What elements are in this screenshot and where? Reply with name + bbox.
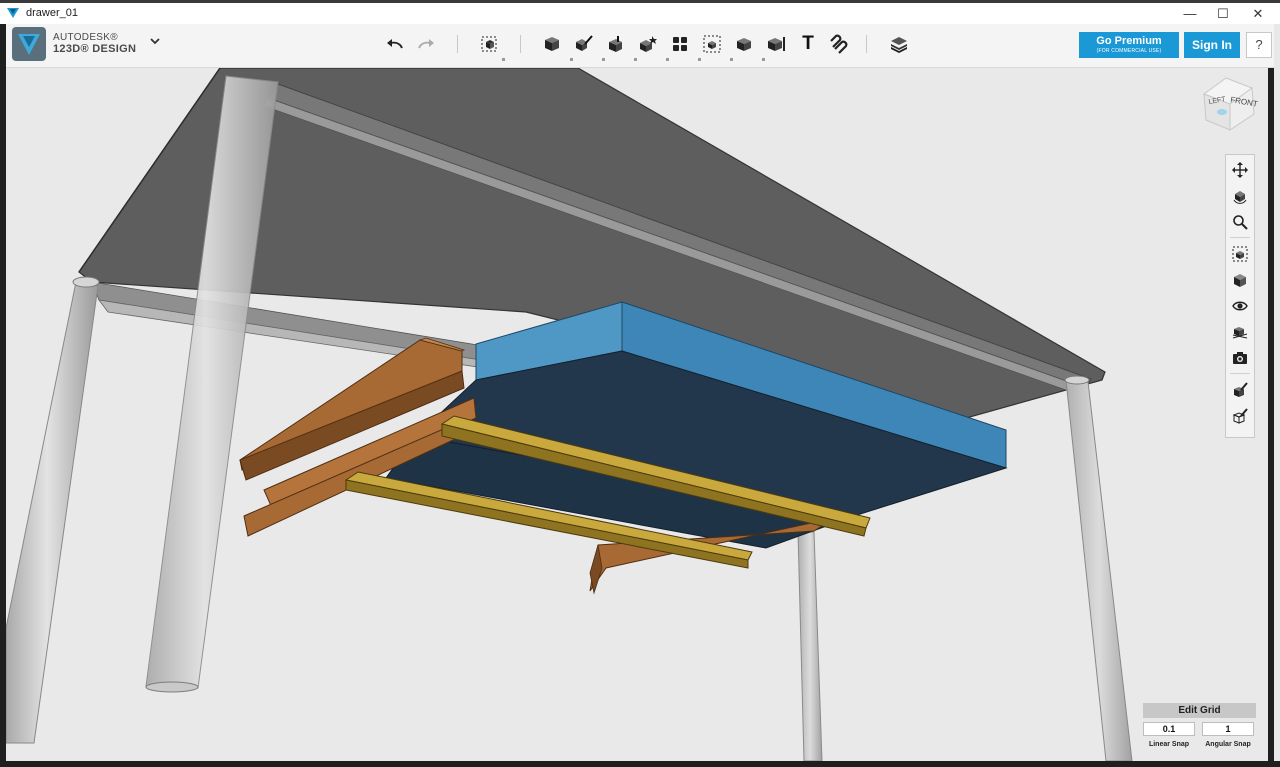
toolbar-separator xyxy=(520,35,521,53)
text-button[interactable]: T xyxy=(796,32,820,56)
combine-button[interactable] xyxy=(732,32,756,56)
3d-viewport[interactable]: LEFT FRONT Edit Grid 0.1 1 Linear Snap A… xyxy=(6,68,1268,761)
angular-snap-input[interactable]: 1 xyxy=(1202,722,1254,736)
transform-button[interactable] xyxy=(477,32,501,56)
grid-visibility-button[interactable] xyxy=(1229,321,1251,343)
nav-separator xyxy=(1230,373,1250,374)
dropdown-dot xyxy=(730,58,733,61)
chevron-down-icon[interactable] xyxy=(148,34,162,48)
visibility-button[interactable] xyxy=(1229,295,1251,317)
magnet-icon xyxy=(830,34,848,54)
close-button[interactable]: ✕ xyxy=(1243,4,1273,24)
pan-arrows-icon xyxy=(1232,162,1248,178)
nav-separator xyxy=(1230,237,1250,238)
outline-cube-button[interactable] xyxy=(1229,405,1251,427)
fit-button[interactable] xyxy=(1229,243,1251,265)
dropdown-dot xyxy=(698,58,701,61)
help-button[interactable]: ? xyxy=(1246,32,1272,58)
orbit-icon xyxy=(1233,191,1247,204)
toolbar-separator xyxy=(866,35,867,53)
dropdown-dot xyxy=(666,58,669,61)
zoom-magnifier-icon xyxy=(1233,215,1248,230)
primitives-button[interactable] xyxy=(540,32,564,56)
undo-button[interactable] xyxy=(383,32,407,56)
modify-cube-icon xyxy=(640,36,657,52)
sketch-button[interactable] xyxy=(572,32,596,56)
window-title: drawer_01 xyxy=(26,7,78,19)
snap-button[interactable] xyxy=(828,32,852,56)
outline-cube-icon xyxy=(1232,408,1248,424)
dropdown-dot xyxy=(602,58,605,61)
dropdown-dot xyxy=(502,58,505,61)
main-toolbar: AUTODESK® 123D® DESIGN T Go Premium (FOR… xyxy=(6,24,1274,68)
redo-arrow-icon xyxy=(418,39,434,49)
go-premium-button[interactable]: Go Premium (FOR COMMERCIAL USE) xyxy=(1079,32,1179,58)
minimize-button[interactable]: — xyxy=(1175,4,1205,24)
window-titlebar: drawer_01 — ☐ ✕ xyxy=(0,0,1280,24)
pattern-grid-icon xyxy=(673,37,687,51)
material-button[interactable] xyxy=(887,32,911,56)
combine-cube-icon xyxy=(737,38,751,51)
shaded-cube-icon xyxy=(1234,274,1246,287)
paint-cube-icon xyxy=(1234,382,1248,397)
snapshot-button[interactable] xyxy=(1229,347,1251,369)
camera-icon xyxy=(1233,352,1247,364)
zoom-button[interactable] xyxy=(1229,211,1251,233)
maximize-button[interactable]: ☐ xyxy=(1208,4,1238,24)
linear-snap-input[interactable]: 0.1 xyxy=(1143,722,1195,736)
go-premium-label: Go Premium xyxy=(1096,35,1162,47)
group-cubes-icon xyxy=(703,35,721,53)
pattern-button[interactable] xyxy=(668,32,692,56)
undo-arrow-icon xyxy=(387,39,403,49)
sign-in-button[interactable]: Sign In xyxy=(1184,32,1240,58)
eye-icon xyxy=(1232,301,1248,311)
transform-cube-icon xyxy=(481,36,497,52)
fit-cube-icon xyxy=(1232,246,1248,262)
table-leg-front-left xyxy=(6,276,100,744)
measure-button[interactable] xyxy=(764,32,788,56)
construct-cube-icon xyxy=(609,36,622,52)
go-premium-sublabel: (FOR COMMERCIAL USE) xyxy=(1096,48,1162,54)
pencil-cube-icon xyxy=(576,35,593,51)
cube-primitives-icon xyxy=(545,37,559,51)
layers-icon xyxy=(891,37,907,53)
orbit-button[interactable] xyxy=(1229,185,1251,207)
dropdown-dot xyxy=(634,58,637,61)
linear-snap-label: Linear Snap xyxy=(1148,741,1190,748)
measure-cube-icon xyxy=(768,37,785,51)
dropdown-dot xyxy=(762,58,765,61)
window-bottom-edge xyxy=(0,761,1280,767)
redo-button[interactable] xyxy=(414,32,438,56)
table-leg-front-right xyxy=(1064,375,1133,761)
view-cube[interactable]: LEFT FRONT xyxy=(1202,77,1258,131)
window-right-edge xyxy=(1274,24,1280,761)
material-cube-button[interactable] xyxy=(1229,379,1251,401)
angular-snap-label: Angular Snap xyxy=(1205,741,1251,748)
brand-autodesk: AUTODESK® xyxy=(53,32,118,43)
brand-product: 123D® DESIGN xyxy=(53,43,137,55)
app-logo-icon xyxy=(7,8,19,18)
grid-panel: Edit Grid 0.1 1 Linear Snap Angular Snap xyxy=(1142,703,1258,759)
text-t-icon: T xyxy=(802,33,814,54)
table-leg-back-right xyxy=(797,531,823,761)
view-mode-button[interactable] xyxy=(1229,269,1251,291)
autodesk-123d-logo-icon[interactable] xyxy=(12,27,46,61)
construct-button[interactable] xyxy=(604,32,628,56)
navigation-bar xyxy=(1225,154,1255,438)
edit-grid-button[interactable]: Edit Grid xyxy=(1143,703,1256,718)
pan-button[interactable] xyxy=(1229,159,1251,181)
dropdown-dot xyxy=(570,58,573,61)
group-button[interactable] xyxy=(700,32,724,56)
grid-cubes-icon xyxy=(1232,327,1248,339)
toolbar-separator xyxy=(457,35,458,53)
3d-scene[interactable]: LEFT FRONT xyxy=(6,68,1268,761)
modify-button[interactable] xyxy=(636,32,660,56)
